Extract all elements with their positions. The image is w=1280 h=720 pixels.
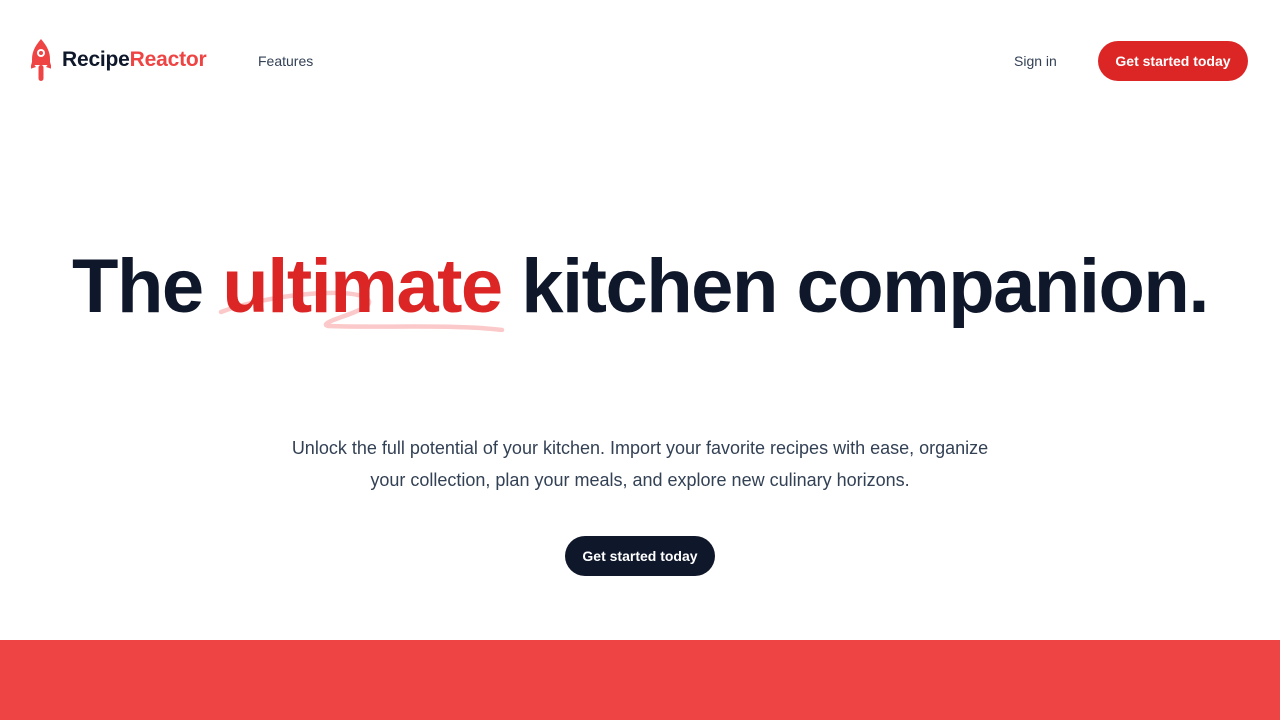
hero-get-started-button[interactable]: Get started today bbox=[565, 536, 715, 576]
logo-wordmark: RecipeReactor bbox=[62, 39, 207, 81]
logo-link[interactable]: RecipeReactor bbox=[31, 39, 207, 81]
hero-title-start: The bbox=[72, 244, 223, 329]
sign-in-link[interactable]: Sign in bbox=[1014, 50, 1057, 72]
hero-title-end: kitchen companion. bbox=[501, 244, 1209, 329]
header-get-started-button[interactable]: Get started today bbox=[1098, 41, 1248, 81]
hero-title: The ultimate kitchen companion. bbox=[0, 248, 1280, 332]
hero-subtitle: Unlock the full potential of your kitche… bbox=[291, 438, 989, 490]
site-header: RecipeReactor Features Sign in Get start… bbox=[0, 0, 1280, 122]
bottom-color-band bbox=[0, 640, 1280, 720]
logo-text-reactor: Reactor bbox=[129, 48, 207, 71]
rocket-icon bbox=[31, 39, 51, 81]
logo-text-recipe: Recipe bbox=[62, 48, 130, 71]
landing-page: RecipeReactor Features Sign in Get start… bbox=[0, 0, 1280, 720]
hero-title-highlight-text: ultimate bbox=[222, 244, 503, 329]
nav-link-features[interactable]: Features bbox=[258, 50, 313, 72]
hero-title-highlight: ultimate bbox=[219, 244, 505, 332]
